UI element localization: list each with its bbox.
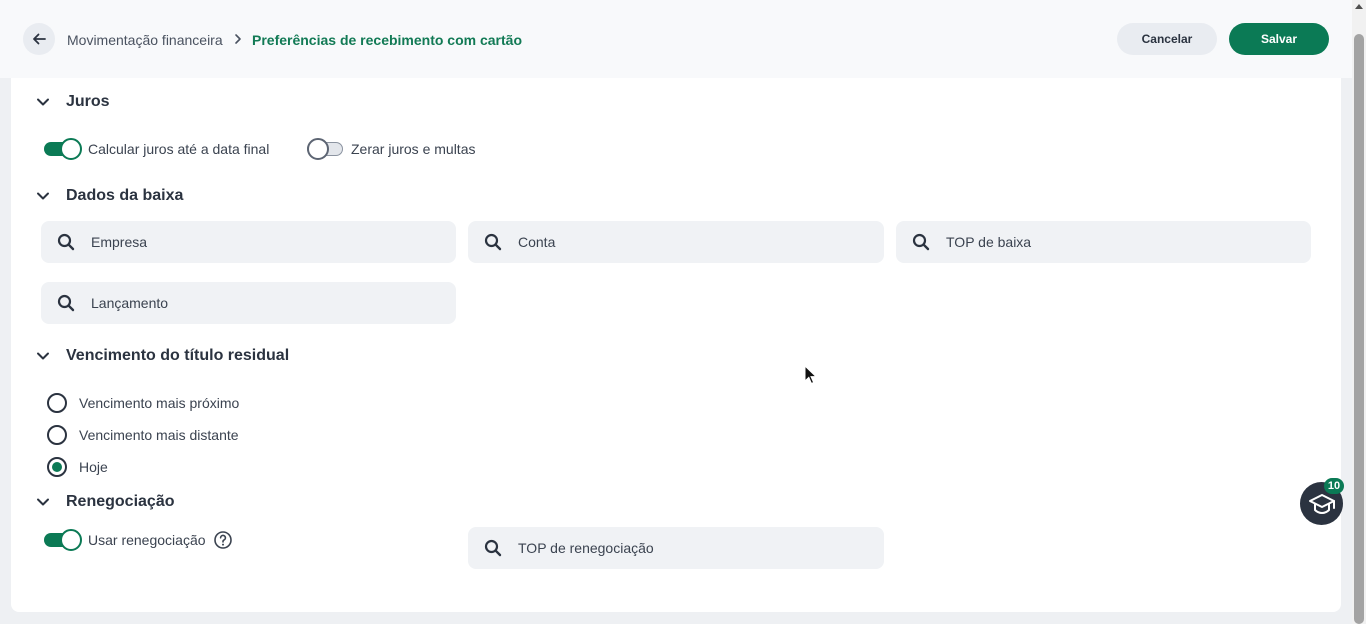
top-bar: Movimentação financeira Preferências de … [0,0,1352,78]
label-calcular-juros: Calcular juros até a data final [88,141,270,157]
top-baixa-placeholder: TOP de baixa [946,234,1032,250]
radio-vencimento-distante[interactable] [47,425,67,445]
search-icon [912,233,930,251]
section-title-juros: Juros [66,93,110,110]
section-header-vencimento[interactable]: Vencimento do título residual [36,347,289,365]
search-icon [484,539,502,557]
search-icon [484,233,502,251]
toggle-usar-renegociacao[interactable] [44,529,82,551]
label-vencimento-distante: Vencimento mais distante [79,427,239,443]
lancamento-placeholder: Lançamento [91,295,169,311]
label-usar-renegociacao: Usar renegociação [88,532,206,548]
chevron-down-icon [37,352,49,360]
section-title-renegociacao: Renegociação [66,493,175,510]
empresa-placeholder: Empresa [91,234,148,250]
search-icon [57,233,75,251]
chevron-down-icon [37,98,49,106]
section-header-juros[interactable]: Juros [36,93,110,111]
back-button[interactable] [23,23,55,55]
breadcrumb-current: Preferências de recebimento com cartão [252,32,523,48]
top-baixa-search-field[interactable]: TOP de baixa [896,221,1311,263]
toggle-zerar-juros[interactable] [307,138,345,160]
preferences-card: Juros Calcular juros até a data final Ze… [11,78,1341,612]
graduation-cap-icon [1308,493,1335,514]
chevron-down-icon [37,498,49,506]
help-badge-count: 10 [1324,478,1344,494]
breadcrumb-parent[interactable]: Movimentação financeira [67,32,223,48]
toggle-calcular-juros[interactable] [44,138,82,160]
chevron-right-icon [235,34,241,44]
conta-placeholder: Conta [518,234,556,250]
label-zerar-juros: Zerar juros e multas [351,141,476,157]
section-header-renegociacao[interactable]: Renegociação [36,493,174,511]
page-scrollbar[interactable] [1352,0,1366,624]
section-header-dados-baixa[interactable]: Dados da baixa [36,187,183,205]
label-hoje: Hoje [79,459,108,475]
section-title-vencimento: Vencimento do título residual [66,347,290,364]
question-circle-icon[interactable] [213,530,233,550]
scrollbar-thumb[interactable] [1354,34,1364,624]
top-renegociacao-search-field[interactable]: TOP de renegociação [468,527,884,569]
chevron-down-icon [37,192,49,200]
label-vencimento-proximo: Vencimento mais próximo [79,395,240,411]
search-icon [57,294,75,312]
radio-vencimento-proximo[interactable] [47,393,67,413]
empresa-search-field[interactable]: Empresa [41,221,456,263]
radio-hoje[interactable] [47,457,67,477]
save-button[interactable]: Salvar [1229,23,1329,55]
section-title-dados-baixa: Dados da baixa [66,187,184,204]
lancamento-search-field[interactable]: Lançamento [41,282,456,324]
conta-search-field[interactable]: Conta [468,221,884,263]
scroll-up-arrow-icon[interactable] [1355,4,1363,9]
cancel-button[interactable]: Cancelar [1117,23,1217,55]
top-renegociacao-placeholder: TOP de renegociação [518,540,654,556]
arrow-left-icon [33,33,46,45]
mouse-cursor-icon [804,365,816,385]
